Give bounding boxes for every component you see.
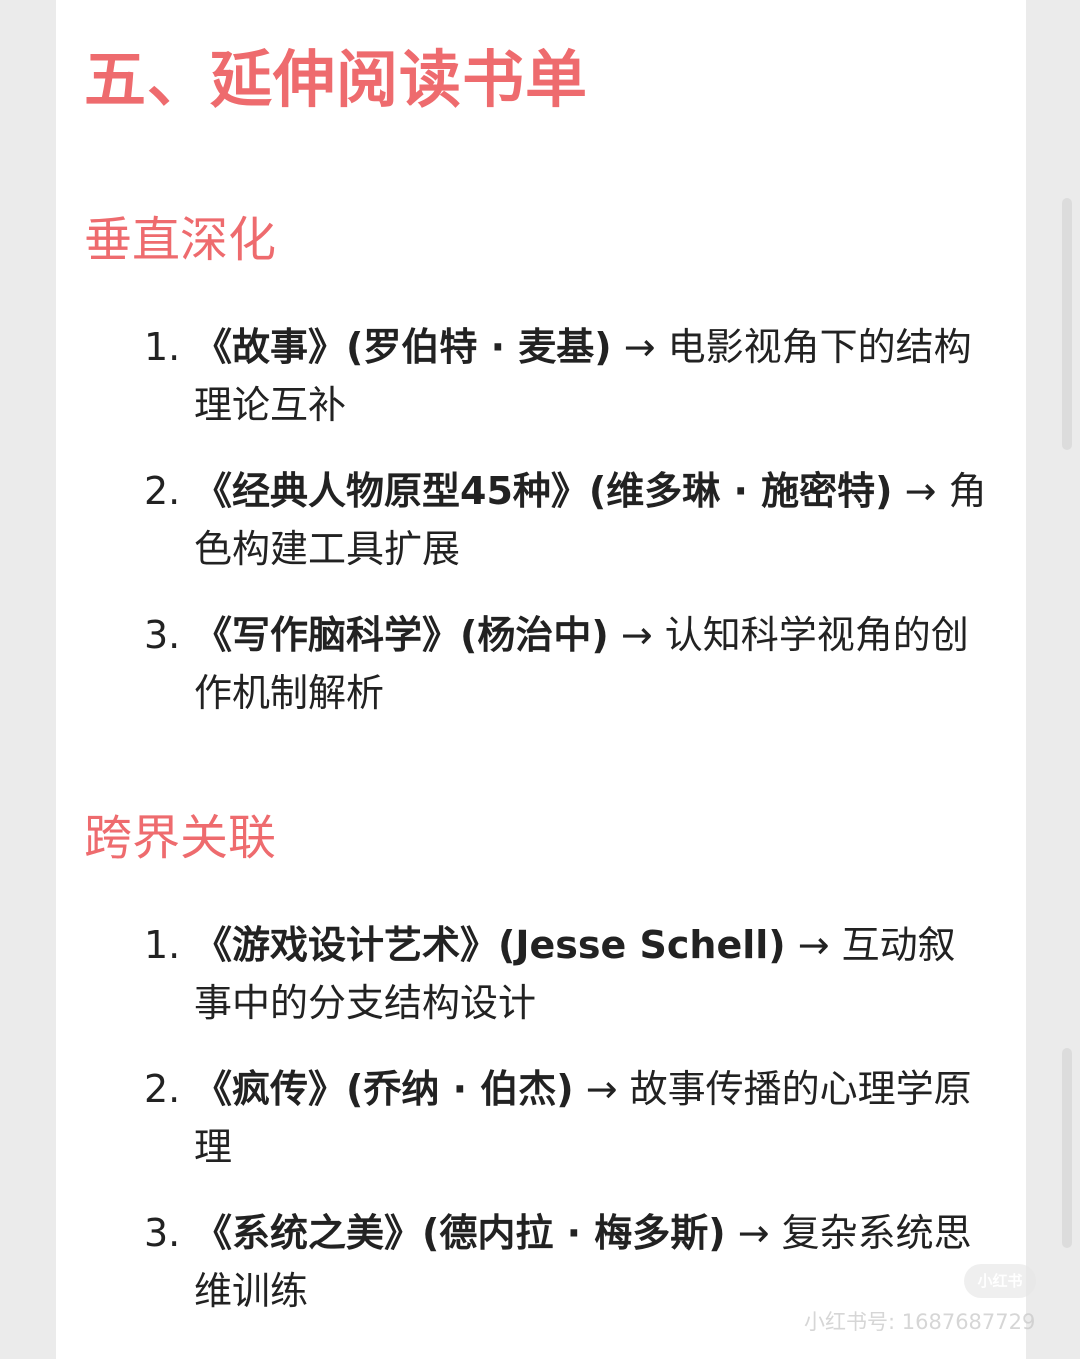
watermark-id: 小红书号: 1687687729 xyxy=(804,1310,1036,1334)
book-list-vertical: 1. 《故事》(罗伯特 · 麦基) → 电影视角下的结构理论互补 2. 《经典人物原… xyxy=(140,318,990,750)
list-item: 2. 《疯传》(乔纳 · 伯杰) → 故事传播的心理学原理 xyxy=(140,1060,990,1176)
section-title-vertical: 垂直深化 xyxy=(84,212,277,268)
item-number: 3. xyxy=(144,613,181,657)
list-item: 1. 《游戏设计艺术》(Jesse Schell) → 互动叙事中的分支结构设计 xyxy=(140,916,990,1032)
watermark-logo: 小红书 xyxy=(964,1264,1036,1298)
list-item: 3. 《写作脑科学》(杨治中) → 认知科学视角的创作机制解析 xyxy=(140,606,990,722)
book-title: 《疯传》(乔纳 · 伯杰) xyxy=(194,1067,574,1111)
item-number: 2. xyxy=(144,469,181,513)
item-number: 1. xyxy=(144,923,181,967)
page-title: 五、延伸阅读书单 xyxy=(84,43,589,116)
list-item: 2. 《经典人物原型45种》(维多琳 · 施密特) → 角色构建工具扩展 xyxy=(140,462,990,578)
book-title: 《故事》(罗伯特 · 麦基) xyxy=(194,325,612,369)
section-title-crossover: 跨界关联 xyxy=(84,810,277,866)
list-item: 3. 《系统之美》(德内拉 · 梅多斯) → 复杂系统思维训练 xyxy=(140,1204,990,1320)
book-title: 《写作脑科学》(杨治中) xyxy=(194,613,609,657)
scrollbar-upper[interactable] xyxy=(1062,198,1072,450)
item-number: 1. xyxy=(144,325,181,369)
item-number: 2. xyxy=(144,1067,181,1111)
book-list-crossover: 1. 《游戏设计艺术》(Jesse Schell) → 互动叙事中的分支结构设计 … xyxy=(140,916,990,1348)
book-title: 《系统之美》(德内拉 · 梅多斯) xyxy=(194,1211,726,1255)
item-number: 3. xyxy=(144,1211,181,1255)
book-title: 《游戏设计艺术》(Jesse Schell) xyxy=(194,923,786,967)
book-title: 《经典人物原型45种》(维多琳 · 施密特) xyxy=(194,469,893,513)
list-item: 1. 《故事》(罗伯特 · 麦基) → 电影视角下的结构理论互补 xyxy=(140,318,990,434)
scrollbar-lower[interactable] xyxy=(1062,1048,1072,1248)
